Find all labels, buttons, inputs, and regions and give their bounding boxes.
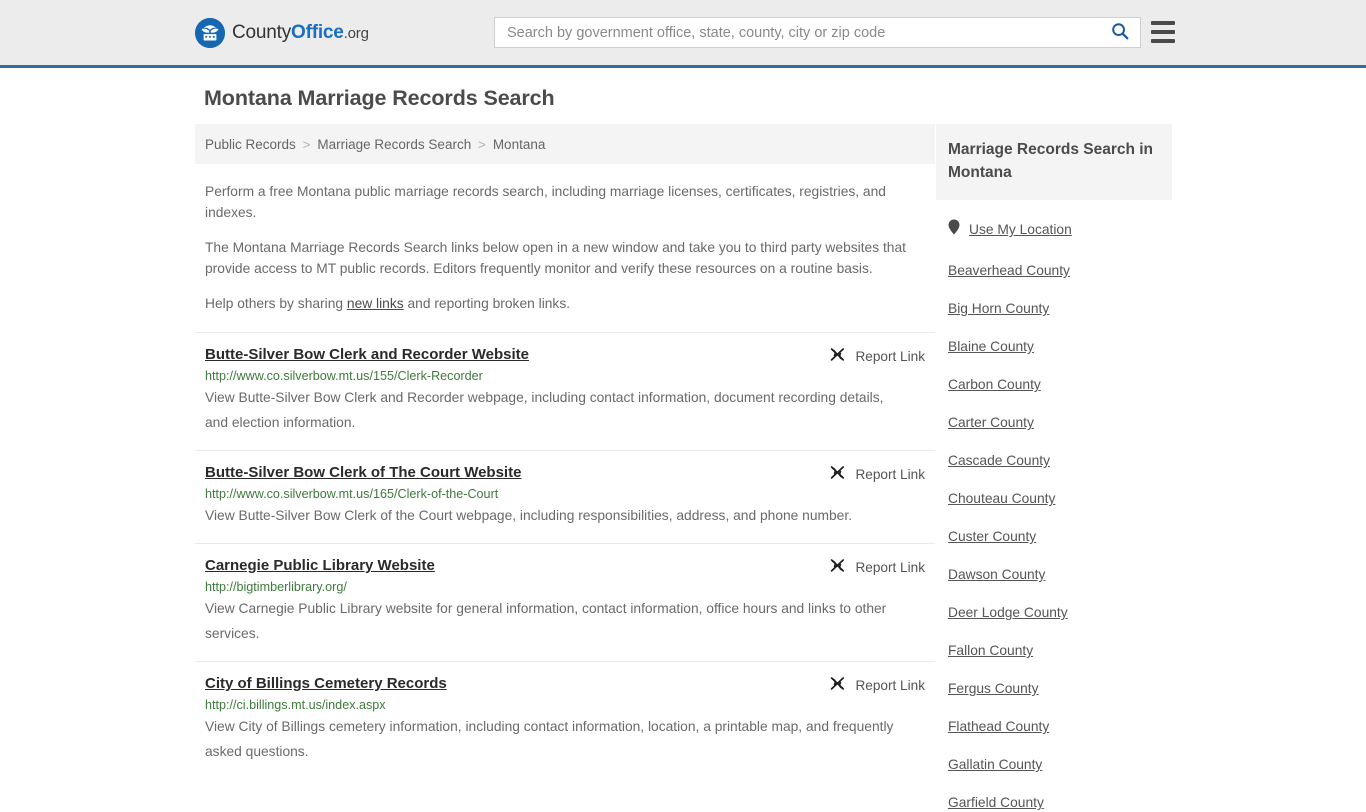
hamburger-bar-2	[1151, 30, 1175, 34]
list-item: Fergus County	[948, 680, 1172, 698]
intro-paragraph-3-prefix: Help others by sharing	[205, 296, 347, 311]
result-title-link[interactable]: Butte-Silver Bow Clerk of The Court Webs…	[205, 464, 521, 481]
report-link-button[interactable]: Report Link	[829, 557, 925, 577]
result-url[interactable]: http://bigtimberlibrary.org/	[205, 580, 925, 594]
list-item: Gallatin County	[948, 756, 1172, 774]
sidebar-item-carter-county[interactable]: Carter County	[948, 415, 1034, 430]
page-title: Montana Marriage Records Search	[204, 86, 555, 110]
result-item: City of Billings Cemetery Records Report…	[195, 661, 935, 779]
intro-paragraph-3: Help others by sharing new links and rep…	[205, 293, 921, 314]
intro-paragraph-2: The Montana Marriage Records Search link…	[205, 240, 906, 276]
breadcrumb: Public Records > Marriage Records Search…	[195, 124, 935, 164]
list-item: Blaine County	[948, 338, 1172, 356]
sidebar-item-fergus-county[interactable]: Fergus County	[948, 681, 1039, 696]
list-item: Custer County	[948, 528, 1172, 546]
use-my-location-label: Use My Location	[969, 222, 1072, 237]
report-link-button[interactable]: Report Link	[829, 464, 925, 484]
report-link-label: Report Link	[855, 466, 925, 482]
list-item: Deer Lodge County	[948, 604, 1172, 622]
site-logo-text: CountyOffice.org	[232, 22, 369, 44]
broken-link-icon	[829, 675, 846, 695]
new-links-link[interactable]: new links	[347, 296, 404, 311]
list-item: Carbon County	[948, 376, 1172, 394]
sidebar-item-dawson-county[interactable]: Dawson County	[948, 567, 1045, 582]
search-bar[interactable]	[494, 17, 1141, 48]
result-title-link[interactable]: Carnegie Public Library Website	[205, 557, 435, 574]
broken-link-icon	[829, 557, 846, 577]
logo-text-office: Office	[291, 22, 344, 43]
list-item: Big Horn County	[948, 300, 1172, 318]
result-item: Butte-Silver Bow Clerk of The Court Webs…	[195, 450, 935, 543]
list-item: Flathead County	[948, 718, 1172, 736]
list-item: Garfield County	[948, 794, 1172, 812]
breadcrumb-item-marriage-records-search[interactable]: Marriage Records Search	[317, 137, 471, 152]
hamburger-menu-icon[interactable]	[1151, 21, 1175, 43]
result-title-link[interactable]: City of Billings Cemetery Records	[205, 675, 447, 692]
broken-link-icon	[829, 346, 846, 366]
sidebar-item-chouteau-county[interactable]: Chouteau County	[948, 491, 1055, 506]
search-icon	[1111, 22, 1129, 43]
result-url[interactable]: http://www.co.silverbow.mt.us/165/Clerk-…	[205, 487, 925, 501]
list-item: Cascade County	[948, 452, 1172, 470]
list-item: Beaverhead County	[948, 262, 1172, 280]
intro-section: Perform a free Montana public marriage r…	[195, 181, 935, 314]
sidebar-item-deer-lodge-county[interactable]: Deer Lodge County	[948, 605, 1068, 620]
county-links-list: Beaverhead County Big Horn County Blaine…	[936, 262, 1172, 812]
result-title-link[interactable]: Butte-Silver Bow Clerk and Recorder Webs…	[205, 346, 529, 363]
list-item: Carter County	[948, 414, 1172, 432]
list-item: Chouteau County	[948, 490, 1172, 508]
intro-paragraph-1: Perform a free Montana public marriage r…	[205, 184, 886, 220]
result-description: View Butte-Silver Bow Clerk and Recorder…	[205, 390, 884, 430]
report-link-label: Report Link	[855, 677, 925, 693]
breadcrumb-item-public-records[interactable]: Public Records	[205, 137, 296, 152]
site-header: CountyOffice.org	[0, 0, 1366, 68]
report-link-label: Report Link	[855, 348, 925, 364]
result-description: View Carnegie Public Library website for…	[205, 601, 887, 641]
sidebar-item-garfield-county[interactable]: Garfield County	[948, 795, 1044, 810]
result-url[interactable]: http://ci.billings.mt.us/index.aspx	[205, 698, 925, 712]
sidebar-item-big-horn-county[interactable]: Big Horn County	[948, 301, 1049, 316]
sidebar-item-blaine-county[interactable]: Blaine County	[948, 339, 1034, 354]
sidebar-item-carbon-county[interactable]: Carbon County	[948, 377, 1041, 392]
search-button[interactable]	[1100, 18, 1140, 47]
sidebar-header: Marriage Records Search in Montana	[936, 124, 1172, 200]
result-description: View Butte-Silver Bow Clerk of the Court…	[205, 508, 853, 523]
sidebar-item-custer-county[interactable]: Custer County	[948, 529, 1036, 544]
map-pin-icon	[948, 219, 960, 240]
breadcrumb-separator-2: >	[478, 136, 486, 152]
result-description: View City of Billings cemetery informati…	[205, 719, 894, 759]
site-logo[interactable]: CountyOffice.org	[195, 18, 369, 48]
sidebar-item-fallon-county[interactable]: Fallon County	[948, 643, 1033, 658]
result-item: Butte-Silver Bow Clerk and Recorder Webs…	[195, 332, 935, 450]
report-link-label: Report Link	[855, 559, 925, 575]
broken-link-icon	[829, 464, 846, 484]
breadcrumb-separator-1: >	[302, 136, 311, 152]
sidebar-item-flathead-county[interactable]: Flathead County	[948, 719, 1049, 734]
breadcrumb-item-montana: Montana	[492, 136, 546, 152]
hamburger-bar-1	[1151, 21, 1175, 25]
sidebar: Marriage Records Search in Montana Use M…	[936, 124, 1172, 812]
result-url[interactable]: http://www.co.silverbow.mt.us/155/Clerk-…	[205, 369, 925, 383]
intro-paragraph-3-suffix: and reporting broken links.	[403, 296, 571, 311]
results-list: Butte-Silver Bow Clerk and Recorder Webs…	[195, 332, 935, 779]
eagle-shield-icon	[195, 18, 225, 48]
logo-text-org: .org	[343, 25, 369, 42]
use-my-location-button[interactable]: Use My Location	[936, 219, 1172, 240]
list-item: Fallon County	[948, 642, 1172, 660]
list-item: Dawson County	[948, 566, 1172, 584]
sidebar-item-beaverhead-county[interactable]: Beaverhead County	[948, 263, 1070, 278]
search-input[interactable]	[495, 18, 1100, 47]
sidebar-heading: Marriage Records Search in Montana	[948, 141, 1154, 181]
report-link-button[interactable]: Report Link	[829, 346, 925, 366]
result-item: Carnegie Public Library Website Report L…	[195, 543, 935, 661]
report-link-button[interactable]: Report Link	[829, 675, 925, 695]
sidebar-item-cascade-county[interactable]: Cascade County	[948, 453, 1050, 468]
logo-text-county: County	[232, 22, 292, 43]
hamburger-bar-3	[1151, 39, 1175, 43]
sidebar-item-gallatin-county[interactable]: Gallatin County	[948, 757, 1042, 772]
main-content-column: Public Records > Marriage Records Search…	[195, 124, 935, 779]
